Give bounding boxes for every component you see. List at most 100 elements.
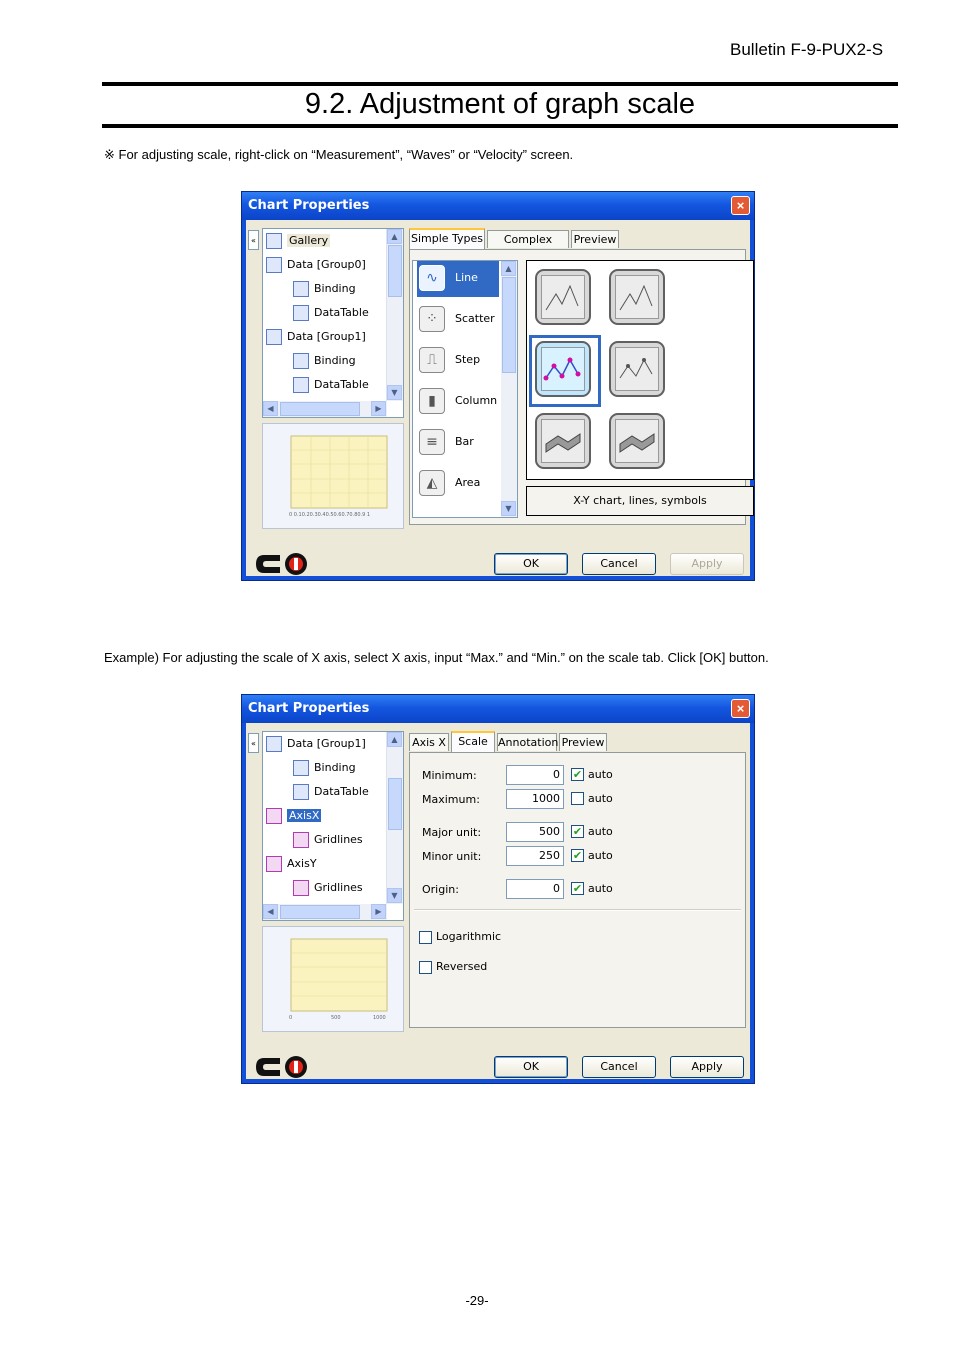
- tree-horizontal-scrollbar[interactable]: ◀ ▶: [263, 401, 387, 417]
- chart-type-label: Step: [455, 353, 481, 366]
- scroll-down-icon[interactable]: ▼: [501, 501, 516, 516]
- type-list-scrollbar[interactable]: ▲ ▼: [501, 261, 517, 517]
- scroll-up-icon[interactable]: ▲: [501, 261, 516, 276]
- tree-item-binding[interactable]: Binding: [293, 758, 356, 778]
- tab-scale[interactable]: Scale: [451, 731, 495, 752]
- apply-button[interactable]: Apply: [670, 1056, 744, 1078]
- tab-axis-x[interactable]: Axis X: [409, 733, 449, 751]
- subtype-line-symbols-grid-icon[interactable]: [609, 341, 665, 397]
- scale-value-input[interactable]: 0: [506, 879, 564, 899]
- c1-logo: [256, 1056, 307, 1078]
- scale-value-input[interactable]: 1000: [506, 789, 564, 809]
- tab-simple-types[interactable]: Simple Types: [409, 228, 485, 249]
- tree-item-gridlines[interactable]: Gridlines: [293, 878, 363, 898]
- tree-item-datatable[interactable]: DataTable: [293, 303, 369, 323]
- scroll-left-icon[interactable]: ◀: [263, 904, 278, 919]
- scale-field-label: Minor unit:: [422, 850, 482, 863]
- scroll-up-icon[interactable]: ▲: [387, 732, 402, 747]
- tab-complex-types[interactable]: Complex Types: [487, 230, 569, 264]
- subtype-line-symbols-icon[interactable]: [535, 341, 591, 397]
- scroll-thumb[interactable]: [388, 778, 402, 830]
- dialog-title: Chart Properties: [248, 198, 370, 213]
- tree-item-datatable[interactable]: DataTable: [293, 782, 369, 802]
- tree-item-binding[interactable]: Binding: [293, 279, 356, 299]
- tree-item-gridlines[interactable]: Gridlines: [293, 830, 363, 850]
- bulletin-id: Bulletin F-9-PUX2-S: [730, 40, 884, 59]
- preview-x-tick: 0: [289, 1015, 293, 1021]
- scroll-thumb[interactable]: [280, 905, 360, 919]
- chart-type-label: Line: [455, 271, 478, 284]
- tree-vertical-scrollbar[interactable]: ▲ ▼: [386, 229, 403, 401]
- chart-type-area[interactable]: ◭ Area: [417, 466, 499, 502]
- tab-strip: Simple Types Complex Types Preview: [409, 228, 746, 264]
- auto-label: auto: [588, 792, 613, 805]
- tree-item-data-group0[interactable]: Data [Group0]: [266, 255, 366, 275]
- tree-item-binding[interactable]: Binding: [293, 351, 356, 371]
- scroll-thumb[interactable]: [388, 245, 402, 297]
- chart-type-bar[interactable]: ≡ Bar: [417, 425, 499, 461]
- chart-type-scatter[interactable]: ⁘ Scatter: [417, 302, 499, 338]
- subtype-3d-ribbon-grid-icon[interactable]: [609, 413, 665, 469]
- collapse-panel-button[interactable]: «: [248, 733, 259, 753]
- auto-label: auto: [588, 768, 613, 781]
- tree-item-axis-y[interactable]: AxisY: [266, 854, 317, 874]
- close-button[interactable]: ×: [731, 699, 750, 718]
- tree-item-gallery[interactable]: Gallery: [266, 231, 331, 251]
- auto-checkbox[interactable]: ✔: [571, 882, 584, 895]
- tree-item-axis-x[interactable]: AxisX: [266, 806, 322, 826]
- subtype-line-plain-icon[interactable]: [535, 269, 591, 325]
- ok-button[interactable]: OK: [494, 553, 568, 575]
- gallery-icon: [266, 233, 282, 249]
- scale-field-label: Maximum:: [422, 793, 480, 806]
- close-button[interactable]: ×: [731, 196, 750, 215]
- data-group-icon: [266, 329, 282, 345]
- scroll-down-icon[interactable]: ▼: [387, 888, 402, 903]
- chart-properties-dialog-scale: Chart Properties × « Data [Group1] Bindi…: [241, 694, 755, 1084]
- auto-checkbox[interactable]: ✔: [571, 768, 584, 781]
- scroll-left-icon[interactable]: ◀: [263, 401, 278, 416]
- chart-type-column[interactable]: ▮ Column: [417, 384, 499, 420]
- scroll-up-icon[interactable]: ▲: [387, 229, 402, 244]
- tab-preview[interactable]: Preview: [559, 733, 607, 751]
- datatable-icon: [293, 784, 309, 800]
- cancel-button[interactable]: Cancel: [582, 1056, 656, 1078]
- tree-item-data-group1[interactable]: Data [Group1]: [266, 327, 366, 347]
- subtype-3d-ribbon-icon[interactable]: [535, 413, 591, 469]
- scale-value-input[interactable]: 250: [506, 846, 564, 866]
- tree-item-datatable[interactable]: DataTable: [293, 375, 369, 395]
- scale-value-input[interactable]: 0: [506, 765, 564, 785]
- scroll-down-icon[interactable]: ▼: [387, 385, 402, 400]
- cancel-button[interactable]: Cancel: [582, 553, 656, 575]
- tab-annotation[interactable]: Annotation: [497, 733, 558, 751]
- chart-type-step[interactable]: ⎍ Step: [417, 343, 499, 379]
- scroll-thumb[interactable]: [502, 277, 516, 373]
- page-number: -29-: [465, 1293, 489, 1308]
- tree-horizontal-scrollbar[interactable]: ◀ ▶: [263, 904, 387, 920]
- tree-vertical-scrollbar[interactable]: ▲ ▼: [386, 732, 403, 904]
- chart-type-label: Column: [455, 394, 498, 407]
- collapse-panel-button[interactable]: «: [248, 230, 259, 250]
- gridlines-icon: [293, 832, 309, 848]
- subtype-description: X-Y chart, lines, symbols: [526, 486, 754, 516]
- data-group-icon: [266, 257, 282, 273]
- chart-type-line[interactable]: ∿ Line: [417, 261, 499, 297]
- tree-label: DataTable: [314, 306, 369, 319]
- scroll-right-icon[interactable]: ▶: [371, 904, 386, 919]
- apply-button[interactable]: Apply: [670, 553, 744, 575]
- subtype-line-grid-icon[interactable]: [609, 269, 665, 325]
- logarithmic-checkbox[interactable]: [419, 931, 432, 944]
- scale-value-input[interactable]: 500: [506, 822, 564, 842]
- ok-button[interactable]: OK: [494, 1056, 568, 1078]
- axis-icon: [266, 808, 282, 824]
- scroll-thumb[interactable]: [280, 402, 360, 416]
- auto-checkbox[interactable]: [571, 792, 584, 805]
- dialog-title: Chart Properties: [248, 701, 370, 716]
- tree-item-data-group1[interactable]: Data [Group1]: [266, 734, 366, 754]
- dialog-client: « Gallery Data [Group0] Binding DataTabl…: [246, 220, 754, 576]
- auto-checkbox[interactable]: ✔: [571, 849, 584, 862]
- scroll-right-icon[interactable]: ▶: [371, 401, 386, 416]
- auto-checkbox[interactable]: ✔: [571, 825, 584, 838]
- title-rule-bottom: [102, 124, 898, 128]
- reversed-checkbox[interactable]: [419, 961, 432, 974]
- tab-preview[interactable]: Preview: [571, 230, 619, 248]
